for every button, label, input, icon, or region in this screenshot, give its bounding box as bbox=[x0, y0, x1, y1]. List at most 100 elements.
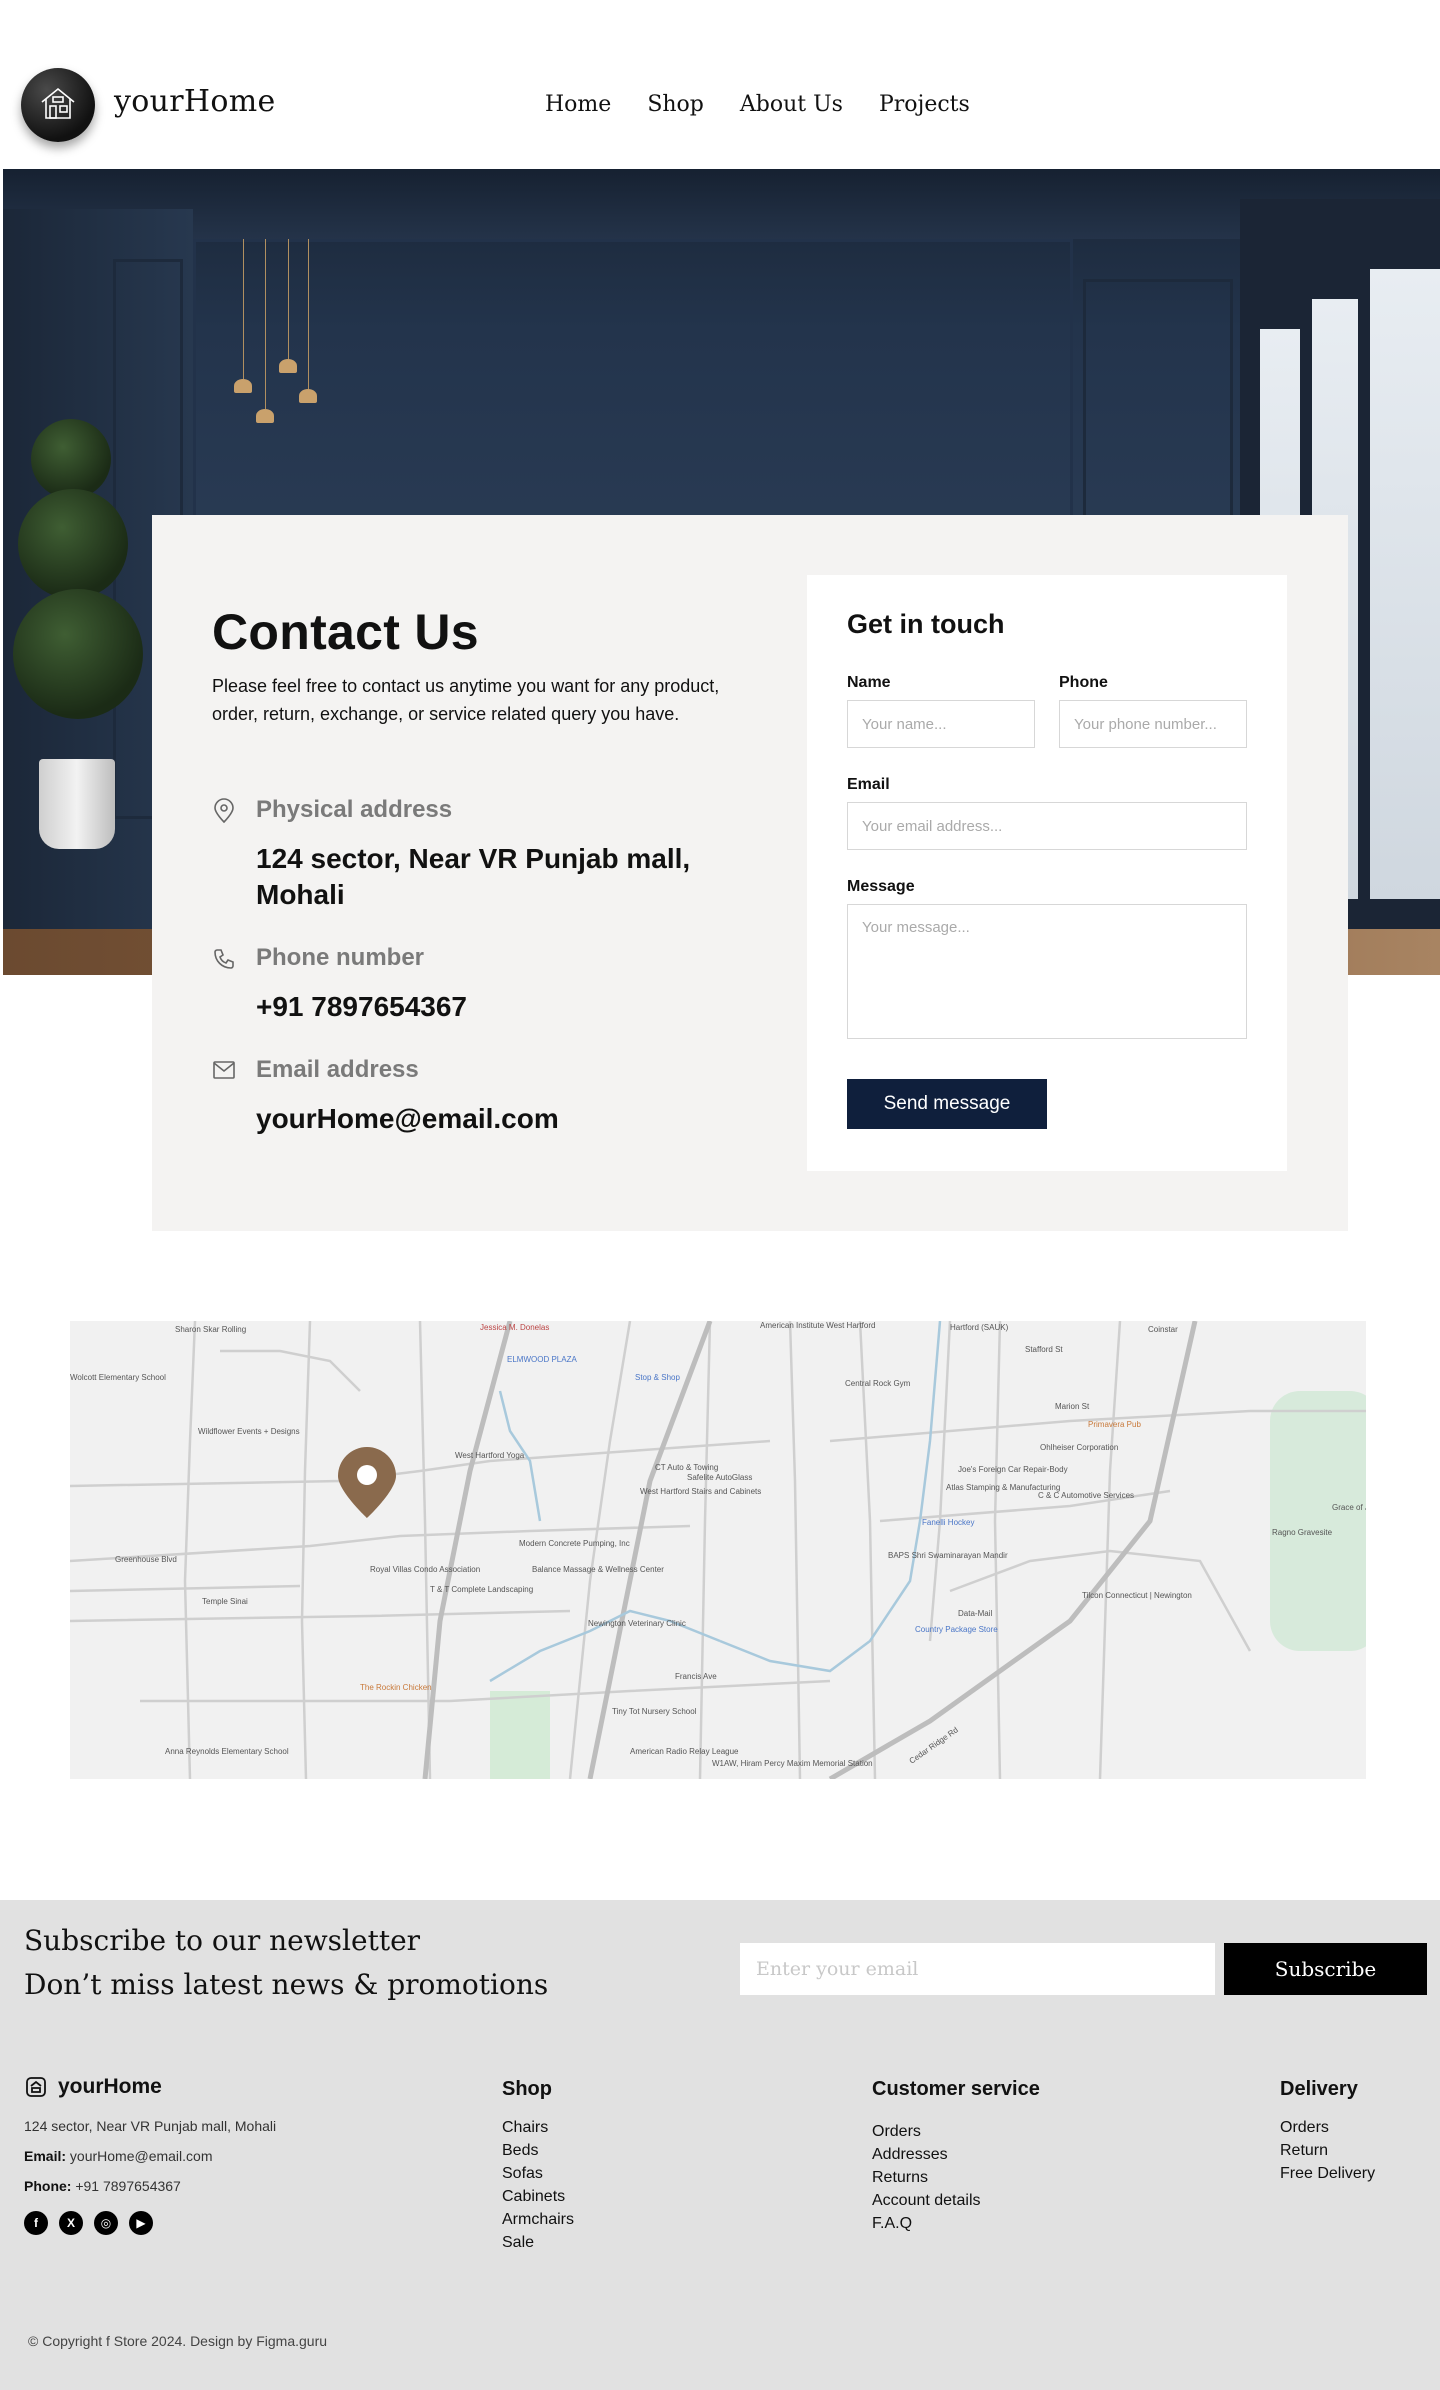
site-footer: Subscribe to our newsletter Don’t miss l… bbox=[0, 1900, 1440, 2390]
footer-email-key: Email: bbox=[24, 2148, 67, 2164]
map-place-label: Sharon Skar Rolling bbox=[175, 1325, 247, 1334]
footer-link-account-details[interactable]: Account details bbox=[872, 2189, 981, 2212]
contact-form: Get in touch Name Phone Email Message Se… bbox=[807, 575, 1287, 1171]
footer-link-orders[interactable]: Orders bbox=[872, 2120, 981, 2143]
newsletter-title: Subscribe to our newsletter bbox=[24, 1924, 421, 1957]
footer-link-return[interactable]: Return bbox=[1280, 2139, 1375, 2162]
facebook-icon[interactable]: f bbox=[24, 2211, 48, 2235]
map-place-label: The Rockin Chicken bbox=[360, 1683, 432, 1692]
hero-ceiling bbox=[3, 169, 1440, 239]
message-textarea[interactable] bbox=[847, 904, 1247, 1039]
map-place-label: Fanelli Hockey bbox=[922, 1518, 975, 1527]
nav-shop[interactable]: Shop bbox=[647, 92, 704, 117]
footer-delivery-list: Orders Return Free Delivery bbox=[1280, 2116, 1375, 2185]
map-place-label: Hartford (SAUK) bbox=[950, 1323, 1009, 1332]
map-marker-icon[interactable] bbox=[336, 1446, 398, 1520]
subscribe-button[interactable]: Subscribe bbox=[1224, 1943, 1427, 1995]
plant-pot bbox=[39, 759, 115, 849]
main-nav: Home Shop About Us Projects bbox=[545, 92, 1006, 117]
nav-projects[interactable]: Projects bbox=[879, 92, 970, 117]
footer-link-armchairs[interactable]: Armchairs bbox=[502, 2208, 574, 2231]
map-place-label: BAPS Shri Swaminarayan Mandir bbox=[888, 1551, 1008, 1560]
mail-icon bbox=[213, 1061, 235, 1079]
map-place-label: C & C Automotive Services bbox=[1038, 1491, 1135, 1500]
site-header: yourHome Home Shop About Us Projects bbox=[0, 0, 1440, 169]
footer-service-title: Customer service bbox=[872, 2078, 1040, 2100]
footer-address: 124 sector, Near VR Punjab mall, Mohali bbox=[24, 2118, 277, 2134]
footer-brand-name: yourHome bbox=[58, 2075, 162, 2098]
x-icon[interactable]: X bbox=[59, 2211, 83, 2235]
footer-link-free-delivery[interactable]: Free Delivery bbox=[1280, 2162, 1375, 2185]
map-place-label: Data-Mail bbox=[958, 1609, 993, 1618]
footer-link-addresses[interactable]: Addresses bbox=[872, 2143, 981, 2166]
nav-home[interactable]: Home bbox=[545, 92, 611, 117]
map-place-label: Wolcott Elementary School bbox=[70, 1373, 166, 1382]
map-place-label: Tiny Tot Nursery School bbox=[612, 1707, 697, 1716]
map-roads bbox=[70, 1321, 1366, 1779]
pendant-wire bbox=[265, 239, 266, 409]
map-place-label: Stop & Shop bbox=[635, 1373, 680, 1382]
footer-link-sale[interactable]: Sale bbox=[502, 2231, 574, 2254]
map-place-label: Ragno Gravesite bbox=[1272, 1528, 1333, 1537]
nav-about-us[interactable]: About Us bbox=[740, 92, 843, 117]
map-place-label: Central Rock Gym bbox=[845, 1379, 911, 1388]
pendant-wire bbox=[308, 239, 309, 389]
map-place-label: Anna Reynolds Elementary School bbox=[165, 1747, 289, 1756]
newsletter-email-input[interactable] bbox=[740, 1943, 1215, 1995]
brand-name[interactable]: yourHome bbox=[114, 84, 276, 119]
footer-link-chairs[interactable]: Chairs bbox=[502, 2116, 574, 2139]
map-place-label: Ohlheiser Corporation bbox=[1040, 1443, 1119, 1452]
map-place-label: West Hartford Yoga bbox=[455, 1451, 525, 1460]
map-place-label: American Radio Relay League bbox=[630, 1747, 739, 1756]
logo-badge[interactable] bbox=[21, 68, 95, 142]
map-place-label: Royal Villas Condo Association bbox=[370, 1565, 481, 1574]
contact-title: Contact Us bbox=[212, 604, 479, 660]
footer-link-returns[interactable]: Returns bbox=[872, 2166, 981, 2189]
location-map[interactable]: Sharon Skar Rolling Jessica M. Donelas A… bbox=[70, 1321, 1366, 1779]
map-place-label: Marion St bbox=[1055, 1402, 1090, 1411]
map-place-label: Balance Massage & Wellness Center bbox=[532, 1565, 664, 1574]
copyright-text: © Copyright f Store 2024. Design by Figm… bbox=[28, 2333, 328, 2349]
map-place-label: Coinstar bbox=[1148, 1325, 1178, 1334]
footer-link-faq[interactable]: F.A.Q bbox=[872, 2212, 981, 2235]
topiary-plant bbox=[31, 419, 111, 499]
map-place-label: Jessica M. Donelas bbox=[480, 1323, 550, 1332]
house-logo-icon bbox=[41, 87, 75, 119]
map-place-label: Newington Veterinary Clinic bbox=[588, 1619, 686, 1628]
phone-value[interactable]: +91 7897654367 bbox=[256, 989, 467, 1025]
address-value: 124 sector, Near VR Punjab mall, Mohali bbox=[256, 843, 691, 910]
map-place-label: Francis Ave bbox=[675, 1672, 717, 1681]
pendant-lamp bbox=[256, 409, 274, 423]
map-place-label: Joe's Foreign Car Repair-Body bbox=[958, 1465, 1068, 1474]
footer-email-value[interactable]: yourHome@email.com bbox=[70, 2148, 213, 2164]
contact-card: Contact Us Please feel free to contact u… bbox=[152, 515, 1348, 1231]
footer-link-sofas[interactable]: Sofas bbox=[502, 2162, 574, 2185]
phone-icon bbox=[214, 949, 234, 969]
footer-service-list: Orders Addresses Returns Account details… bbox=[872, 2120, 981, 2235]
footer-link-beds[interactable]: Beds bbox=[502, 2139, 574, 2162]
location-pin-icon bbox=[214, 798, 234, 824]
footer-brand[interactable]: yourHome bbox=[24, 2075, 162, 2099]
map-place-label: Stafford St bbox=[1025, 1345, 1063, 1354]
form-title: Get in touch bbox=[847, 609, 1005, 639]
phone-input[interactable] bbox=[1059, 700, 1247, 748]
map-place-label: American Institute West Hartford bbox=[760, 1321, 876, 1330]
map-place-label: Tilcon Connecticut | Newington bbox=[1082, 1591, 1192, 1600]
window-pane bbox=[1370, 269, 1440, 899]
youtube-icon[interactable]: ▶ bbox=[129, 2211, 153, 2235]
email-value[interactable]: yourHome@email.com bbox=[256, 1101, 559, 1137]
topiary-plant bbox=[18, 489, 128, 599]
map-place-label: Safelite AutoGlass bbox=[687, 1473, 753, 1482]
instagram-icon[interactable]: ◎ bbox=[94, 2211, 118, 2235]
name-input[interactable] bbox=[847, 700, 1035, 748]
email-input[interactable] bbox=[847, 802, 1247, 850]
footer-link-cabinets[interactable]: Cabinets bbox=[502, 2185, 574, 2208]
pendant-lamp bbox=[299, 389, 317, 403]
footer-phone-value[interactable]: +91 7897654367 bbox=[75, 2178, 181, 2194]
send-message-button[interactable]: Send message bbox=[847, 1079, 1047, 1129]
map-place-label: T & T Complete Landscaping bbox=[430, 1585, 534, 1594]
map-place-label: Greenhouse Blvd bbox=[115, 1555, 177, 1564]
message-label: Message bbox=[847, 878, 915, 895]
pendant-wire bbox=[288, 239, 289, 359]
footer-link-delivery-orders[interactable]: Orders bbox=[1280, 2116, 1375, 2139]
